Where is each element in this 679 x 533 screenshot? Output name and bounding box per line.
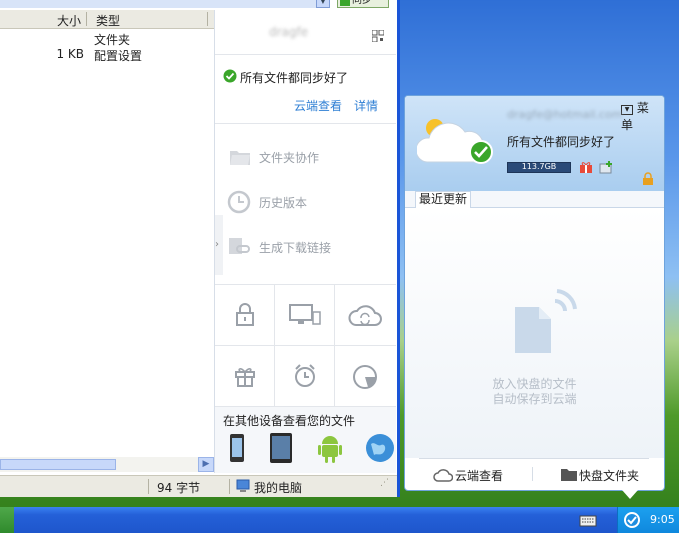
table-row[interactable]: 1 KB 配置设置 (0, 46, 214, 63)
sync-status-text: 所有文件都同步好了 (240, 71, 349, 85)
go-button[interactable]: 同步 (337, 0, 389, 8)
column-size[interactable]: 大小 (57, 12, 81, 29)
pie-chart-icon (353, 365, 377, 389)
start-button[interactable] (0, 507, 14, 533)
gift-icon (235, 368, 255, 387)
divider (532, 467, 533, 481)
folder-label: 快盘文件夹 (579, 469, 640, 483)
monitor-icon (289, 304, 321, 325)
wireless-file-icon (515, 289, 577, 353)
kuaipan-side-panel: dragfe 所有文件都同步好了 云端查看 详情 文件夹协作 历史版本 生成下载… (214, 10, 396, 473)
table-row[interactable]: 文件夹 (0, 30, 214, 47)
devices-tile[interactable] (275, 285, 335, 346)
status-location: 我的电脑 (254, 481, 303, 495)
collapse-chevron-icon[interactable]: › (215, 215, 223, 275)
android-icon[interactable] (317, 432, 343, 464)
cloud-sync-icon (348, 305, 382, 326)
lock-icon[interactable] (642, 172, 654, 186)
iphone-icon[interactable] (229, 433, 245, 463)
gift-tile[interactable] (215, 346, 275, 407)
gift-icon[interactable] (579, 160, 593, 174)
empty-line-2: 自动保存到云端 (492, 392, 577, 406)
resize-grip-icon[interactable]: ⋰ (380, 478, 392, 492)
history-clock-icon (227, 190, 251, 214)
folder-icon (561, 469, 577, 481)
cloud-view-label: 云端查看 (455, 469, 504, 483)
globe-icon[interactable] (365, 433, 395, 463)
alarm-clock-icon (295, 364, 315, 387)
system-tray: 9:05 (617, 507, 679, 533)
feature-history[interactable]: 历史版本 (259, 194, 307, 211)
column-type[interactable]: 类型 (96, 12, 120, 29)
address-bar (0, 0, 330, 8)
account-email: dragfe@hotmail.com (507, 108, 623, 121)
row-size: 1 KB (56, 47, 84, 61)
cloud-sync-status-icon (417, 119, 493, 164)
recent-list-empty: 放入快盘的文件 自动保存到云端 (405, 208, 664, 458)
keyboard-icon[interactable] (579, 514, 597, 527)
my-computer-icon (236, 479, 250, 493)
menu-dropdown-icon: ▼ (621, 105, 633, 115)
clock[interactable]: 9:05 (650, 513, 675, 526)
add-space-icon[interactable] (599, 160, 613, 174)
feature-download-link[interactable]: 生成下载链接 (259, 239, 331, 256)
ipad-icon[interactable] (269, 432, 293, 464)
kuaipan-popup: ▼ 菜单 dragfe@hotmail.com 所有文件都同步好了 113.7G… (404, 95, 665, 491)
lock-icon (236, 303, 254, 326)
feature-folder-collab[interactable]: 文件夹协作 (259, 149, 319, 166)
status-bar: 94 字节 我的电脑 (0, 475, 397, 497)
qrcode-icon[interactable] (371, 29, 385, 43)
pie-tile[interactable] (335, 346, 396, 407)
storage-text: 113.7GB (521, 162, 557, 171)
alarm-tile[interactable] (275, 346, 335, 407)
other-devices-label: 在其他设备查看您的文件 (223, 414, 356, 428)
address-dropdown-icon[interactable]: ▼ (316, 0, 330, 8)
menu-button[interactable]: ▼ 菜单 (617, 99, 664, 132)
cloud-sync-tile[interactable] (335, 285, 396, 346)
go-button-label: 同步 (352, 0, 372, 6)
status-bytes: 94 字节 (157, 481, 201, 495)
kuaipan-tray-icon[interactable] (623, 511, 641, 529)
sync-ok-icon (223, 69, 237, 83)
folder-share-icon (229, 148, 251, 166)
popup-header: ▼ 菜单 dragfe@hotmail.com 所有文件都同步好了 113.7G… (405, 96, 664, 191)
details-link[interactable]: 详情 (354, 97, 378, 114)
taskbar (0, 507, 679, 533)
storage-bar: 113.7GB (507, 162, 571, 173)
link-chain-icon (227, 236, 251, 256)
tab-recent-label: 最近更新 (419, 192, 468, 206)
scroll-right-icon[interactable]: ▶ (198, 457, 214, 472)
popup-tabs: 最近更新 (405, 191, 664, 208)
other-devices-bar: 在其他设备查看您的文件 (215, 407, 396, 473)
cloud-icon (433, 469, 453, 482)
lock-tile[interactable] (215, 285, 275, 346)
cloud-view-link[interactable]: 云端查看 (294, 97, 342, 114)
scrollbar-thumb[interactable] (0, 459, 116, 470)
divider (419, 458, 649, 459)
tab-recent[interactable]: 最近更新 (415, 191, 472, 208)
popup-pointer (622, 490, 638, 499)
popup-sync-status: 所有文件都同步好了 (507, 135, 616, 149)
column-header: 大小 类型 (0, 10, 214, 29)
account-name: dragfe (269, 25, 309, 39)
row-type: 配置设置 (94, 49, 143, 63)
go-arrow-icon (340, 0, 350, 6)
